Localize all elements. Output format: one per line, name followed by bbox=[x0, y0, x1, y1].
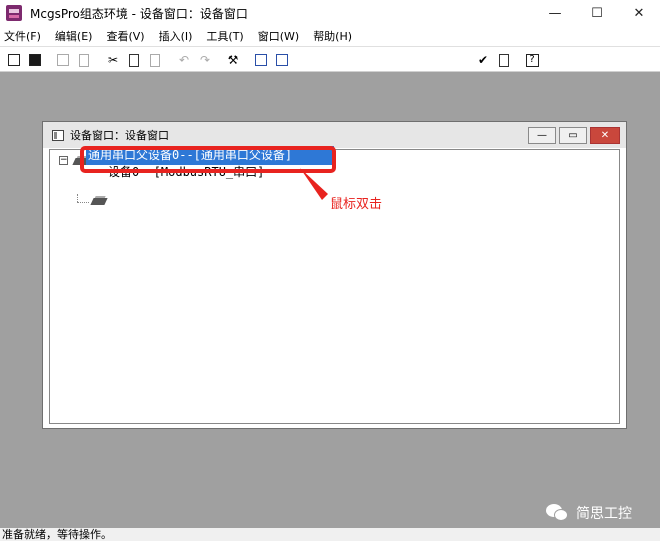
menu-help[interactable]: 帮助(H) bbox=[313, 28, 352, 44]
highlight-box bbox=[80, 146, 336, 173]
minimize-button[interactable]: — bbox=[534, 0, 576, 26]
maximize-button[interactable]: ☐ bbox=[576, 0, 618, 26]
child-maximize-button[interactable]: ▭ bbox=[559, 127, 587, 144]
wechat-icon bbox=[546, 504, 570, 522]
menu-edit[interactable]: 编辑(E) bbox=[55, 28, 93, 44]
callout-text: 鼠标双击 bbox=[330, 197, 383, 212]
app-icon bbox=[6, 5, 22, 21]
toolbar: ✂ ↶ ↷ ⚒ ✔ ? bbox=[0, 46, 660, 72]
device-window-title: 设备窗口：设备窗口 bbox=[70, 129, 169, 142]
menu-file[interactable]: 文件(F) bbox=[4, 28, 41, 44]
print-preview-icon[interactable] bbox=[75, 51, 93, 69]
tree-connector bbox=[77, 202, 89, 203]
tree-connector bbox=[77, 194, 78, 202]
tools-icon[interactable]: ⚒ bbox=[224, 51, 242, 69]
watermark-text: 简思工控 bbox=[576, 506, 632, 522]
cut-icon[interactable]: ✂ bbox=[104, 51, 122, 69]
menu-tools[interactable]: 工具(T) bbox=[206, 28, 243, 44]
menu-insert[interactable]: 插入(I) bbox=[159, 28, 193, 44]
menu-view[interactable]: 查看(V) bbox=[106, 28, 144, 44]
child-close-button[interactable]: ✕ bbox=[590, 127, 620, 144]
watermark: 简思工控 bbox=[546, 503, 632, 523]
window-title: McgsPro组态环境 - 设备窗口：设备窗口 bbox=[30, 6, 248, 21]
copy-icon[interactable] bbox=[125, 51, 143, 69]
paste-icon[interactable] bbox=[146, 51, 164, 69]
device-tree[interactable]: − 通用串口父设备0--[通用串口父设备] 设备0--[ModbusRTU_串口… bbox=[49, 146, 620, 424]
status-bar: 准备就绪，等待操作。 bbox=[0, 528, 660, 541]
new-window-icon[interactable] bbox=[5, 51, 23, 69]
help-icon[interactable]: ? bbox=[523, 51, 541, 69]
redo-icon[interactable]: ↷ bbox=[196, 51, 214, 69]
check-icon[interactable]: ✔ bbox=[474, 51, 492, 69]
title-bar: McgsPro组态环境 - 设备窗口：设备窗口 — ☐ ✕ bbox=[0, 0, 660, 26]
window-icon bbox=[52, 129, 64, 141]
close-button[interactable]: ✕ bbox=[618, 0, 660, 26]
child-minimize-button[interactable]: — bbox=[528, 127, 556, 144]
menu-window[interactable]: 窗口(W) bbox=[258, 28, 299, 44]
device-window-titlebar[interactable]: 设备窗口：设备窗口 — ▭ ✕ bbox=[43, 122, 626, 148]
print-icon[interactable] bbox=[54, 51, 72, 69]
tree-collapse-toggle[interactable]: − bbox=[59, 156, 68, 165]
menu-bar: 文件(F) 编辑(E) 查看(V) 插入(I) 工具(T) 窗口(W) 帮助(H… bbox=[0, 26, 660, 46]
undo-icon[interactable]: ↶ bbox=[175, 51, 193, 69]
save-icon[interactable] bbox=[26, 51, 44, 69]
device-icon bbox=[90, 196, 108, 206]
device-edit-icon[interactable] bbox=[273, 51, 291, 69]
device-tree-icon[interactable] bbox=[252, 51, 270, 69]
callout-arrow bbox=[300, 168, 328, 200]
sort-icon[interactable] bbox=[495, 51, 513, 69]
